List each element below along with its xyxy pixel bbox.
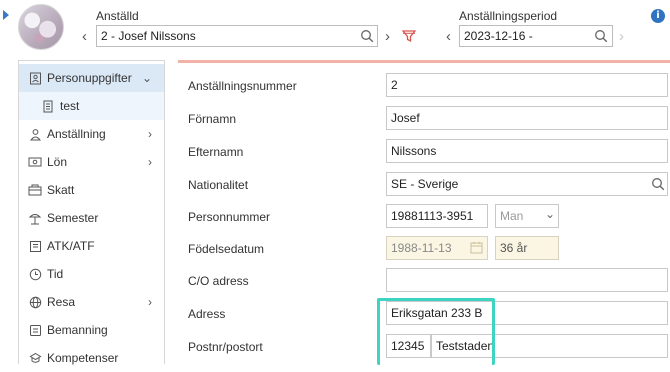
focus-highlight (377, 298, 495, 365)
first-name-label: Förnamn (188, 112, 237, 126)
sidebar-item-label: Bemanning (47, 323, 108, 337)
period-label: Anställningsperiod (459, 9, 558, 23)
staffing-icon (28, 323, 42, 337)
first-name-field[interactable]: Josef (386, 106, 668, 130)
sidebar-item-kompetenser[interactable]: Kompetenser (19, 344, 164, 372)
section-divider (178, 60, 670, 63)
sidebar-item-lon[interactable]: Lön › (19, 148, 164, 176)
last-name-field[interactable]: Nilssons (386, 139, 668, 163)
sidebar-item-label: Resa (47, 295, 76, 309)
sidebar-item-label: Skatt (47, 183, 75, 197)
age-field: 36 år (495, 236, 559, 260)
personal-number-field[interactable]: 19881113-3951 (386, 204, 488, 228)
last-name-value: Nilssons (391, 144, 437, 158)
sidebar-item-resa[interactable]: Resa › (19, 288, 164, 316)
globe-icon (28, 295, 42, 309)
nationality-label: Nationalitet (188, 178, 249, 192)
employment-number-value: 2 (391, 78, 398, 92)
atk-icon (28, 239, 42, 253)
info-icon[interactable]: i (651, 9, 665, 23)
chevron-right-icon: › (148, 295, 152, 309)
sidebar: Personuppgifter ⌄ test Anställning › Lön… (18, 60, 165, 365)
sidebar-item-label: Semester (47, 211, 99, 225)
prev-employee-button[interactable]: ‹ (82, 29, 87, 45)
sidebar-item-label: Personuppgifter (47, 71, 132, 85)
birth-date-value: 1988-11-13 (391, 241, 452, 255)
avatar (18, 4, 64, 50)
document-icon (41, 99, 55, 113)
prev-period-button[interactable]: ‹ (446, 29, 451, 45)
first-name-value: Josef (391, 111, 420, 125)
co-address-label: C/O adress (188, 274, 249, 288)
personal-number-value: 19881113-3951 (391, 209, 474, 223)
tax-icon (28, 183, 42, 197)
person-icon (28, 127, 42, 141)
skills-icon (28, 351, 42, 365)
chevron-right-icon: › (148, 155, 152, 169)
chevron-right-icon: › (148, 127, 152, 141)
sidebar-item-test[interactable]: test (19, 92, 164, 120)
birth-date-label: Födelsedatum (188, 242, 265, 256)
sidebar-item-tid[interactable]: Tid (19, 260, 164, 288)
age-value: 36 år (500, 241, 528, 255)
employee-value: 2 - Josef Nilssons (101, 29, 196, 43)
sidebar-item-atk-atf[interactable]: ATK/ATF (19, 232, 164, 260)
chevron-down-icon: ⌄ (545, 207, 556, 221)
next-period-button[interactable]: › (619, 29, 624, 45)
employment-number-field[interactable]: 2 (386, 73, 668, 97)
employment-number-label: Anställningsnummer (188, 79, 297, 93)
period-select[interactable]: 2023-12-16 - (459, 25, 613, 47)
sidebar-item-label: Kompetenser (47, 351, 119, 365)
period-value: 2023-12-16 - (464, 29, 533, 43)
sidebar-item-bemanning[interactable]: Bemanning (19, 316, 164, 344)
address-label: Adress (188, 307, 226, 321)
last-name-label: Efternamn (188, 145, 244, 159)
sidebar-item-label: Lön (47, 155, 68, 169)
sidebar-item-label: test (60, 99, 80, 113)
sidebar-item-anstallning[interactable]: Anställning › (19, 120, 164, 148)
gender-value: Man (500, 209, 524, 223)
nationality-value: SE - Sverige (391, 177, 459, 191)
filter-icon[interactable] (402, 29, 416, 43)
money-icon (28, 155, 42, 169)
postal-label: Postnr/postort (188, 340, 263, 354)
sidebar-item-semester[interactable]: Semester (19, 204, 164, 232)
search-icon[interactable] (651, 177, 665, 191)
search-icon[interactable] (594, 29, 608, 43)
sidebar-item-label: Anställning (47, 127, 106, 141)
next-employee-button[interactable]: › (385, 29, 390, 45)
expand-panel-toggle[interactable] (3, 10, 9, 20)
sidebar-item-skatt[interactable]: Skatt (19, 176, 164, 204)
sidebar-item-label: Tid (47, 267, 64, 281)
nationality-field[interactable]: SE - Sverige (386, 172, 668, 196)
clock-icon (28, 267, 42, 281)
sidebar-item-label: ATK/ATF (47, 239, 95, 253)
sidebar-item-personuppgifter[interactable]: Personuppgifter ⌄ (19, 64, 164, 92)
search-icon[interactable] (360, 29, 374, 43)
chevron-down-icon: ⌄ (141, 71, 152, 85)
personal-number-label: Personnummer (188, 210, 271, 224)
employee-select[interactable]: 2 - Josef Nilssons (96, 25, 378, 47)
person-card-icon (28, 71, 42, 85)
employee-label: Anställd (96, 9, 139, 23)
co-address-field[interactable] (386, 268, 668, 292)
vacation-icon (28, 211, 42, 225)
calendar-icon (470, 242, 483, 254)
